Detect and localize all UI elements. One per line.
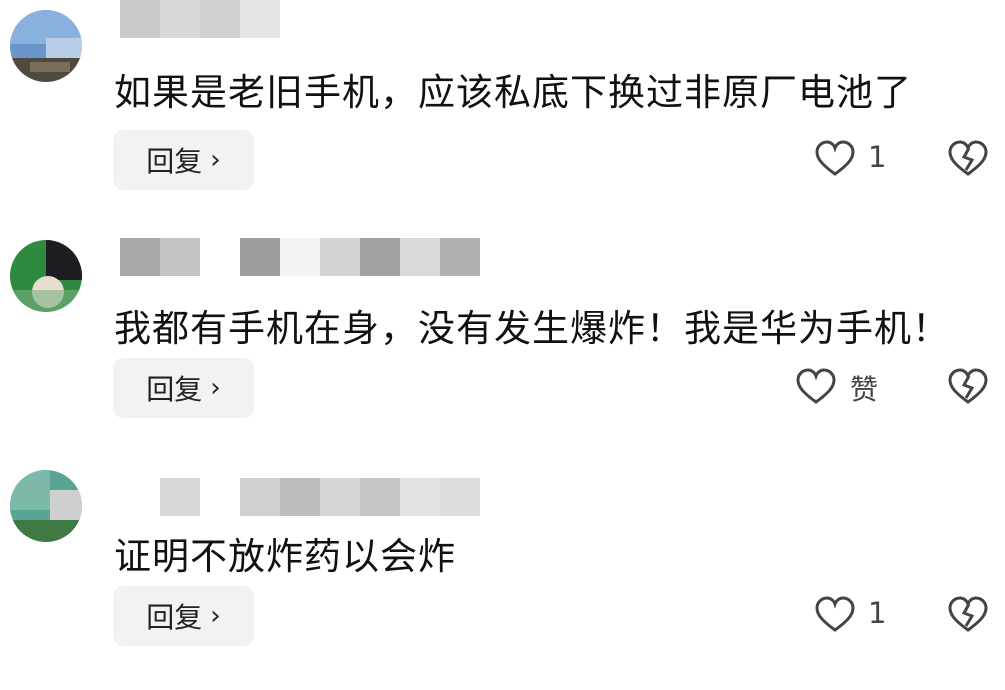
chevron-right-icon: › — [210, 145, 221, 175]
username-blurred[interactable] — [160, 478, 480, 516]
like-label: 赞 — [850, 373, 879, 406]
comment-item: 如果是老旧手机，应该私底下换过非原厂电池了 回复 › 1 — [0, 0, 1005, 230]
avatar[interactable] — [10, 240, 82, 312]
reply-button[interactable]: 回复 › — [113, 130, 254, 190]
reply-label: 回复 — [146, 145, 203, 178]
broken-heart-icon[interactable] — [948, 140, 988, 178]
comment-text: 我都有手机在身，没有发生爆炸！我是华为手机！ — [114, 307, 950, 350]
reply-button[interactable]: 回复 › — [113, 358, 254, 418]
comment-item: 我都有手机在身，没有发生爆炸！我是华为手机！ 回复 › 赞 — [0, 230, 1005, 460]
avatar[interactable] — [10, 470, 82, 542]
comment-text: 如果是老旧手机，应该私底下换过非原厂电池了 — [114, 71, 912, 114]
like-count: 1 — [868, 140, 887, 174]
heart-icon[interactable] — [815, 140, 855, 178]
username-blurred[interactable] — [120, 238, 480, 276]
username-blurred[interactable] — [120, 0, 280, 38]
broken-heart-icon[interactable] — [948, 368, 988, 406]
heart-icon[interactable] — [796, 368, 836, 406]
reply-label: 回复 — [146, 601, 203, 634]
comment-text: 证明不放炸药以会炸 — [114, 535, 456, 578]
like-count: 1 — [868, 596, 887, 630]
avatar[interactable] — [10, 10, 82, 82]
chevron-right-icon: › — [210, 601, 221, 631]
reply-label: 回复 — [146, 373, 203, 406]
heart-icon[interactable] — [815, 596, 855, 634]
broken-heart-icon[interactable] — [948, 596, 988, 634]
chevron-right-icon: › — [210, 373, 221, 403]
reply-button[interactable]: 回复 › — [113, 586, 254, 646]
comment-item: 证明不放炸药以会炸 回复 › 1 — [0, 460, 1005, 690]
